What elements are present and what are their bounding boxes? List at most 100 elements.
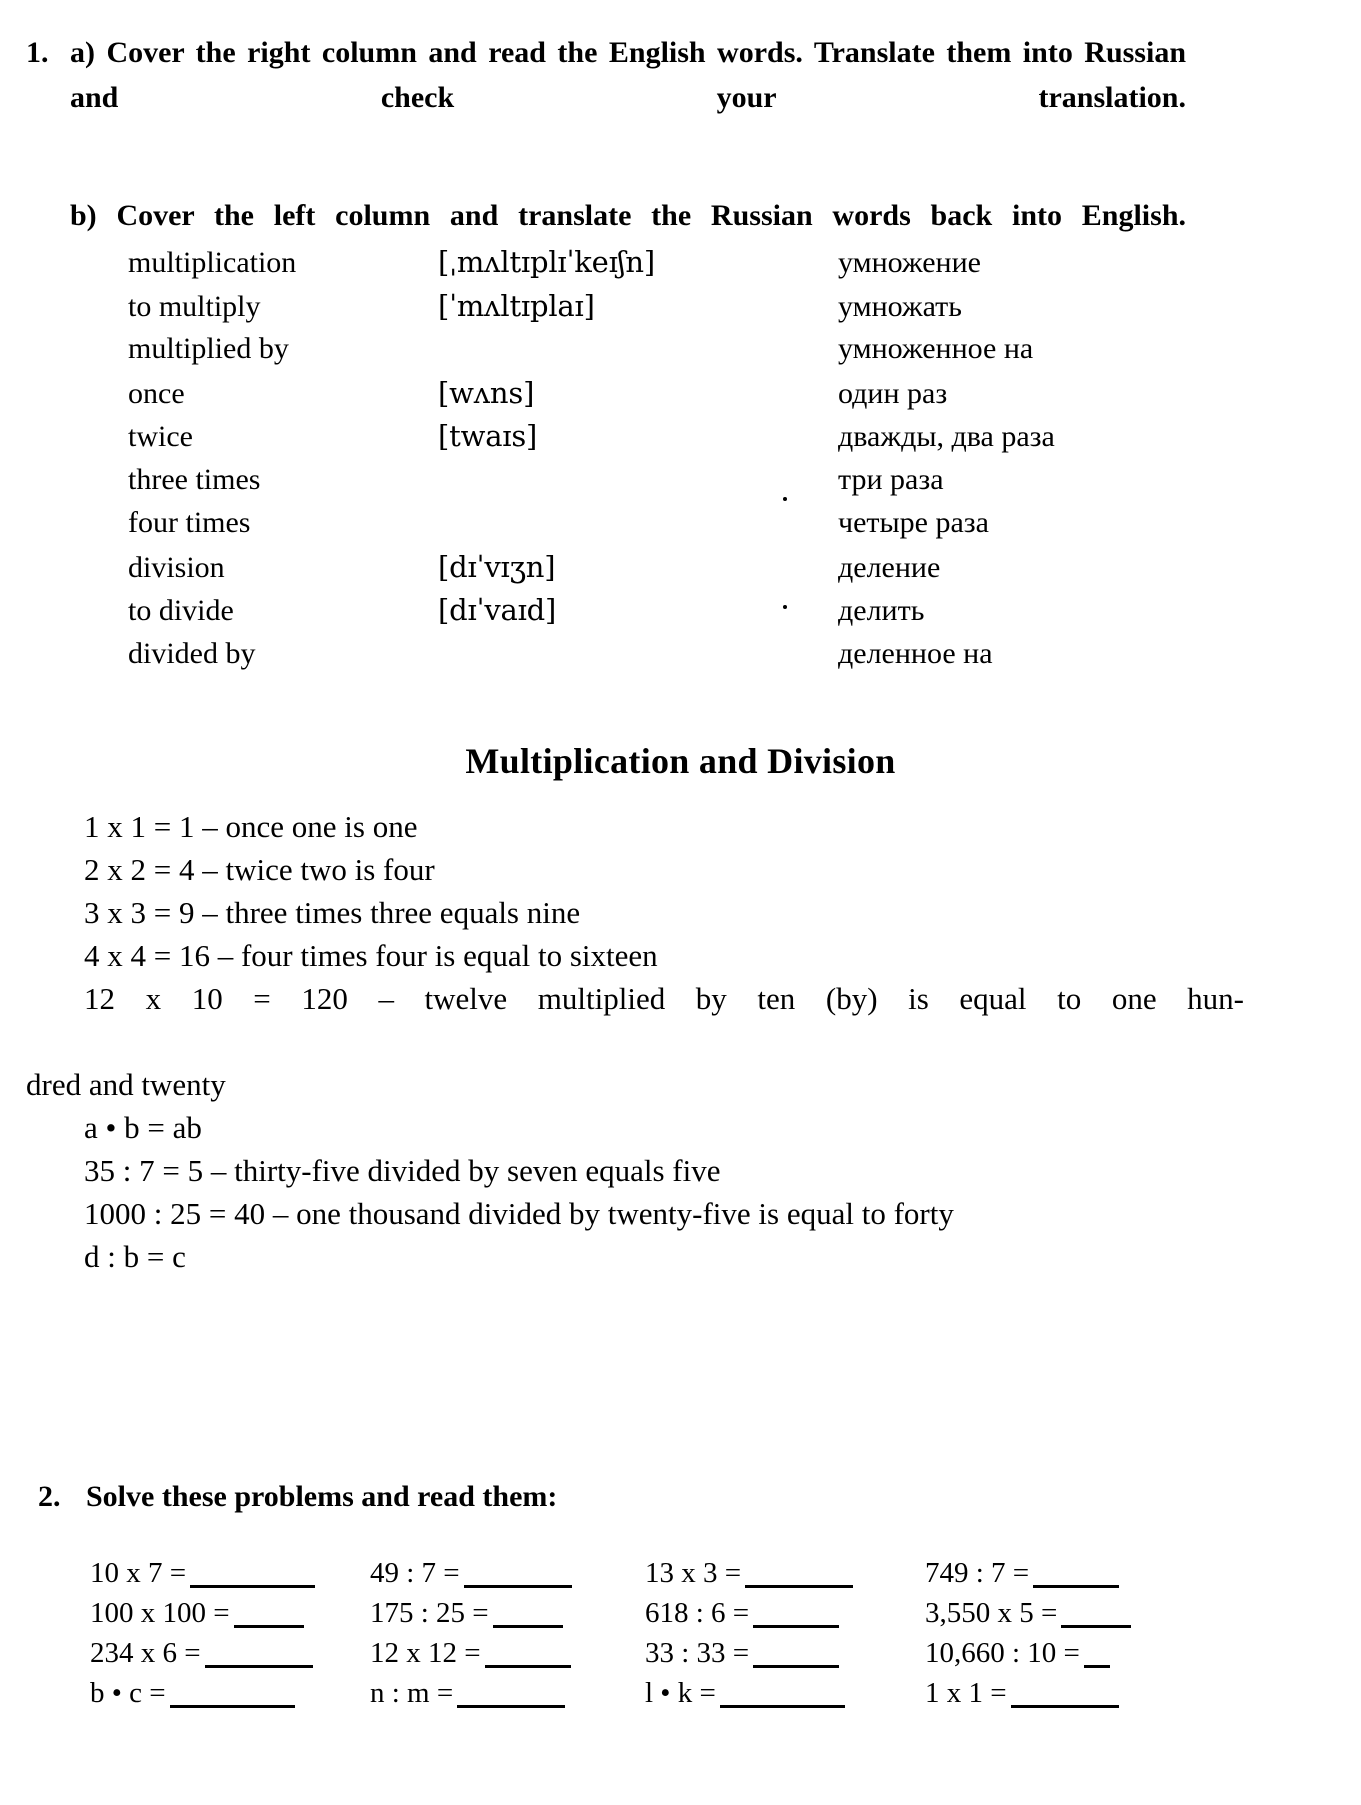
problem-row: n : m = [370,1673,645,1713]
problem-row: 10,660 : 10 = [925,1633,1205,1673]
vocab-english: to multiply [128,289,261,323]
vocab-russian: умножение [838,246,981,279]
problem-row: 234 x 6 = [90,1633,370,1673]
vocab-russian: дважды, два раза [838,420,1055,453]
answer-blank[interactable] [457,1685,566,1708]
vocabulary-row: multiplied by умноженное на [128,332,1188,376]
problem-expression: 10 x 7 = [90,1557,187,1589]
example-line-continuation: dred and twenty [26,1067,226,1102]
answer-blank[interactable] [745,1565,854,1588]
vocab-russian: три раза [838,462,944,496]
examples-list: 1 x 1 = 1 – once one is one 2 x 2 = 4 – … [26,805,1266,1278]
vocabulary-row: once [wʌns] один раз [128,376,1188,420]
answer-blank[interactable] [190,1565,316,1588]
vocabulary-row: to multiply [ˈmʌltɪplaɪ] умножать [128,289,1188,333]
vocab-english: to divide [128,594,234,627]
example-line: 1000 : 25 = 40 – one thousand divided by… [84,1196,954,1231]
vocab-english: three times [128,462,261,496]
problem-expression: 3,550 x 5 = [925,1597,1058,1629]
vocab-transcription: [twaɪs] [438,419,538,453]
vocabulary-row: four times четыре раза [128,506,1188,550]
vocab-english: division [128,550,225,584]
vocab-russian: делить [838,594,925,627]
scan-speck [783,497,787,501]
problem-row: 12 x 12 = [370,1633,645,1673]
problem-row: 749 : 7 = [925,1553,1205,1593]
answer-blank[interactable] [719,1685,845,1708]
problem-expression: 1 x 1 = [925,1677,1007,1709]
vocab-transcription: [dɪˈvɪʒn] [438,549,556,584]
problem-row: 33 : 33 = [645,1633,925,1673]
answer-blank[interactable] [233,1605,304,1628]
answer-blank[interactable] [1061,1605,1132,1628]
example-line: a • b = ab [84,1110,202,1145]
problem-row: 100 x 100 = [90,1593,370,1633]
problem-row: 13 x 3 = [645,1553,925,1593]
problems-column: 13 x 3 = 618 : 6 = 33 : 33 = l • k = [645,1553,925,1713]
problem-expression: 10,660 : 10 = [925,1637,1080,1669]
answer-blank[interactable] [169,1685,295,1708]
vocabulary-row: multiplication [ˌmʌltɪplɪˈkeɪʃn] умножен… [128,245,1188,289]
vocabulary-row: twice [twaɪs] дважды, два раза [128,419,1188,463]
vocab-russian: деление [838,550,941,584]
vocab-transcription: [dɪˈvaɪd] [438,593,557,627]
vocab-russian: деленное на [838,636,993,670]
problem-expression: 618 : 6 = [645,1597,750,1629]
problems-column: 49 : 7 = 175 : 25 = 12 x 12 = n : m = [370,1553,645,1713]
answer-blank[interactable] [753,1605,840,1628]
problem-expression: 49 : 7 = [370,1557,460,1589]
problem-expression: 234 x 6 = [90,1637,201,1669]
answer-blank[interactable] [463,1565,572,1588]
exercise-1-part-a-text: a) Cover the right column and read the E… [70,36,1186,114]
vocabulary-row: division [dɪˈvɪʒn] деление [128,550,1188,594]
vocab-russian: умножать [838,289,962,323]
vocab-russian: четыре раза [838,506,989,539]
problem-row: l • k = [645,1673,925,1713]
exercise-2-block: 2. Solve these problems and read them: [38,1480,1238,1514]
answer-blank[interactable] [204,1645,313,1668]
problem-row: b • c = [90,1673,370,1713]
problem-expression: 12 x 12 = [370,1637,481,1669]
problem-row: 1 x 1 = [925,1673,1205,1713]
problem-row: 175 : 25 = [370,1593,645,1633]
exercise-1-part-a-line: 1. a) Cover the right column and read th… [26,30,1186,165]
page-title: Multiplication and Division [465,741,896,781]
problem-expression: 100 x 100 = [90,1597,230,1629]
problem-row: 618 : 6 = [645,1593,925,1633]
problem-row: 3,550 x 5 = [925,1593,1205,1633]
problem-expression: b • c = [90,1677,166,1709]
vocab-english: twice [128,420,193,453]
answer-blank[interactable] [1033,1565,1120,1588]
vocab-transcription: [ˈmʌltɪplaɪ] [438,288,595,323]
answer-blank[interactable] [484,1645,571,1668]
scan-speck [783,605,787,609]
example-line: 3 x 3 = 9 – three times three equals nin… [84,895,581,930]
problems-column: 749 : 7 = 3,550 x 5 = 10,660 : 10 = 1 x … [925,1553,1205,1713]
vocab-english: divided by [128,636,256,670]
answer-blank[interactable] [1083,1645,1110,1668]
vocabulary-table: multiplication [ˌmʌltɪplɪˈkeɪʃn] умножен… [128,245,1188,680]
vocab-english: four times [128,506,251,539]
vocabulary-row: divided by деленное на [128,637,1188,681]
example-line: 4 x 4 = 16 – four times four is equal to… [84,938,658,973]
example-line: 2 x 2 = 4 – twice two is four [84,852,435,887]
vocab-transcription: [wʌns] [438,375,535,410]
problem-expression: n : m = [370,1677,454,1709]
vocab-russian: умноженное на [838,332,1034,365]
problems-column: 10 x 7 = 100 x 100 = 234 x 6 = b • c = [90,1553,370,1713]
example-line: 35 : 7 = 5 – thirty-five divided by seve… [84,1153,721,1188]
problems-grid: 10 x 7 = 100 x 100 = 234 x 6 = b • c = 4… [90,1553,1340,1713]
vocab-transcription: [ˌmʌltɪplɪˈkeɪʃn] [438,245,655,279]
example-line: 12 x 10 = 120 – twelve multiplied by ten… [84,981,1244,1016]
vocabulary-row: to divide [dɪˈvaɪd] делить [128,593,1188,637]
problem-expression: 175 : 25 = [370,1597,489,1629]
vocab-russian: один раз [838,376,948,410]
answer-blank[interactable] [492,1605,563,1628]
problem-row: 49 : 7 = [370,1553,645,1593]
vocab-english: multiplied by [128,332,289,365]
answer-blank[interactable] [753,1645,840,1668]
problem-expression: 13 x 3 = [645,1557,742,1589]
answer-blank[interactable] [1010,1685,1119,1708]
example-line: 1 x 1 = 1 – once one is one [84,809,418,844]
problem-row: 10 x 7 = [90,1553,370,1593]
